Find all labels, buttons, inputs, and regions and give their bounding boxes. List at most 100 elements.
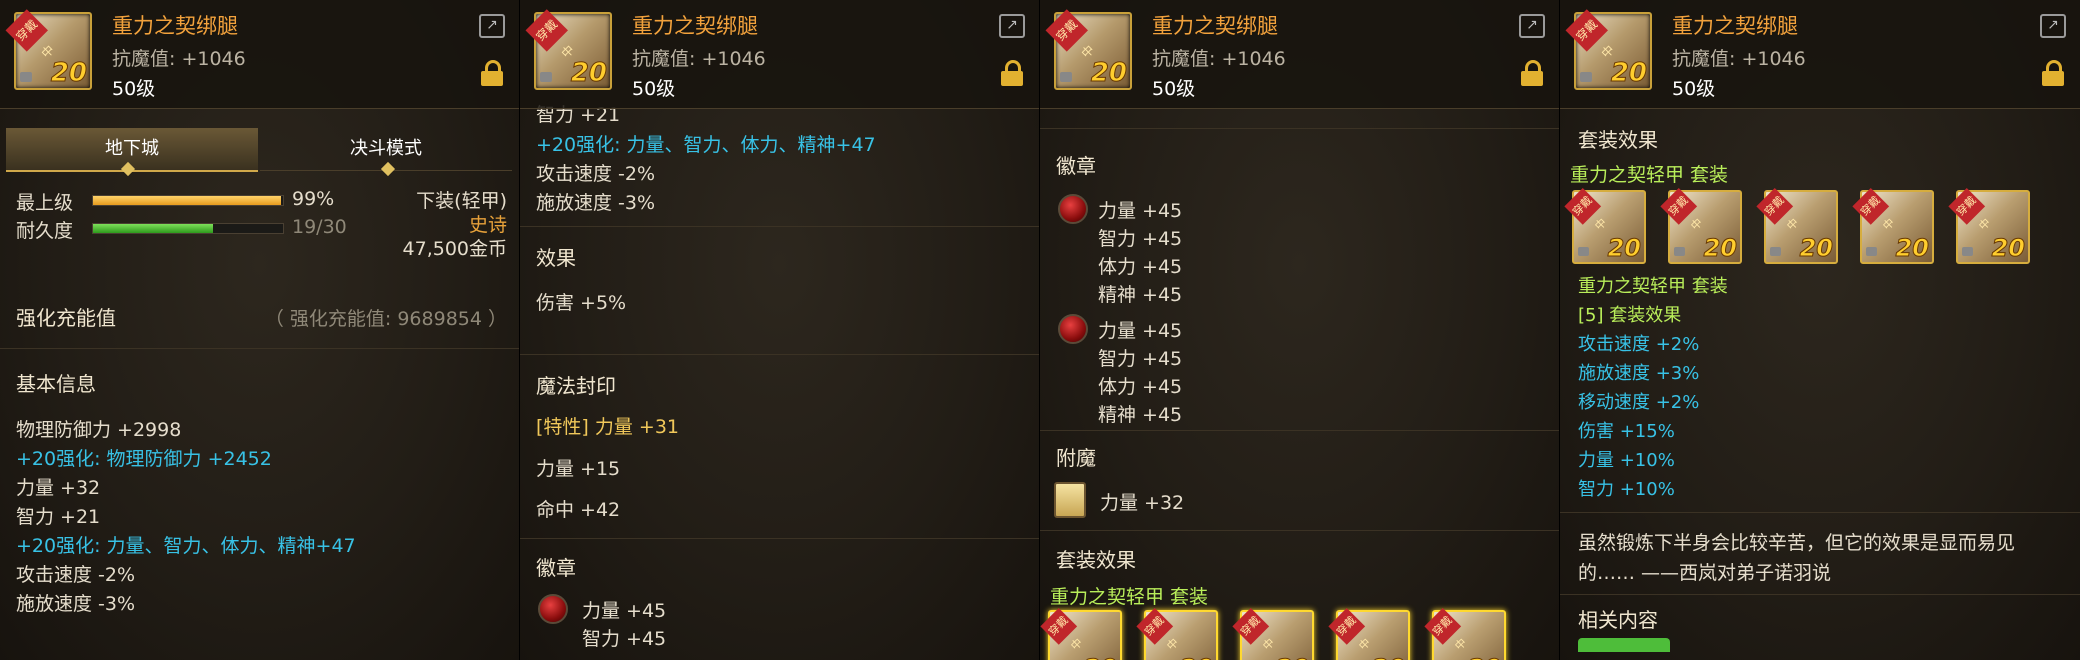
top-grade-fill bbox=[93, 196, 282, 205]
red-emblem-icon bbox=[1058, 314, 1088, 344]
item-level: 50级 bbox=[1152, 78, 1196, 100]
lock-icon[interactable] bbox=[1001, 60, 1023, 86]
item-icon: 穿戴中 20 bbox=[525, 9, 612, 90]
emblem-line: 力量 +45 bbox=[1098, 320, 1183, 342]
set-bonus-line: 伤害 +15% bbox=[1578, 421, 1675, 442]
lock-icon[interactable] bbox=[2042, 60, 2064, 86]
stat-line: 力量 +32 bbox=[16, 477, 101, 499]
effect-title: 效果 bbox=[536, 246, 576, 270]
stat-line: +20强化: 力量、智力、体力、精神+47 bbox=[536, 134, 876, 156]
item-resist: 抗魔值: +1046 bbox=[1672, 48, 1806, 70]
emblem-line: 力量 +45 bbox=[582, 600, 667, 622]
share-icon[interactable]: ↗ bbox=[479, 14, 505, 38]
item-header: 穿戴中 20 重力之契绑腿 抗魔值: +1046 50级 ↗ bbox=[520, 0, 1039, 109]
item-icon: 穿戴中 20 bbox=[1565, 9, 1652, 90]
set-item-icon[interactable]: 穿戴中20 bbox=[1328, 608, 1410, 660]
set-name-2: 重力之契轻甲 套装 bbox=[1578, 276, 1728, 297]
stat-line: 施放速度 -3% bbox=[536, 192, 656, 214]
set-title: 套装效果 bbox=[1578, 128, 1658, 152]
emblem-line: 智力 +45 bbox=[1098, 228, 1183, 250]
emblem-title: 徽章 bbox=[1056, 154, 1096, 178]
price: 47,500金币 bbox=[402, 238, 507, 260]
lock-small-icon bbox=[1866, 247, 1877, 256]
share-icon[interactable]: ↗ bbox=[2040, 14, 2066, 38]
set-count: [5] 套装效果 bbox=[1578, 305, 1682, 326]
top-grade-label: 最上级 bbox=[16, 192, 74, 214]
set-item-icon[interactable]: 穿戴中20 bbox=[1424, 608, 1506, 660]
tooltip-panel-4: 穿戴中 20 重力之契绑腿 抗魔值: +1046 50级 ↗ 套装效果 重力之契轻… bbox=[1560, 0, 2080, 660]
stat-line: +20强化: 力量、智力、体力、精神+47 bbox=[16, 535, 356, 557]
emblem-title: 徽章 bbox=[536, 556, 576, 580]
seal-line: [特性] 力量 +31 bbox=[536, 416, 680, 438]
item-name: 重力之契绑腿 bbox=[1672, 14, 1798, 38]
lock-icon[interactable] bbox=[481, 60, 503, 86]
charge-label: 强化充能值 bbox=[16, 306, 116, 330]
set-item-icon[interactable]: 穿戴中20 bbox=[1564, 188, 1646, 264]
lock-small-icon bbox=[1962, 247, 1973, 256]
set-item-icon[interactable]: 穿戴中20 bbox=[1136, 608, 1218, 660]
set-bonus-line: 移动速度 +2% bbox=[1578, 392, 1700, 413]
stat-line: 攻击速度 -2% bbox=[536, 163, 656, 185]
tooltip-panel-2: 智力 +21 穿戴中 20 重力之契绑腿 抗魔值: +1046 50级 ↗ +20… bbox=[520, 0, 1040, 660]
lock-small-icon bbox=[20, 72, 32, 82]
tooltip-panel-3: 穿戴中 20 重力之契绑腿 抗魔值: +1046 50级 ↗ 徽章 力量 +45 … bbox=[1040, 0, 1560, 660]
item-level: 50级 bbox=[112, 78, 156, 100]
set-bonus-line: 智力 +10% bbox=[1578, 479, 1675, 500]
seal-line: 力量 +15 bbox=[536, 458, 621, 480]
lock-small-icon bbox=[540, 72, 552, 82]
seal-title: 魔法封印 bbox=[536, 374, 616, 398]
top-grade-bar bbox=[92, 195, 284, 206]
enchant-title: 附魔 bbox=[1056, 446, 1096, 470]
item-header: 穿戴中 20 重力之契绑腿 抗魔值: +1046 50级 ↗ bbox=[0, 0, 519, 109]
set-item-icon[interactable]: 穿戴中20 bbox=[1040, 608, 1122, 660]
share-icon[interactable]: ↗ bbox=[1519, 14, 1545, 38]
item-header: 穿戴中 20 重力之契绑腿 抗魔值: +1046 50级 ↗ bbox=[1560, 0, 2080, 109]
tooltip-panel-1: 穿戴中 20 重力之契绑腿 抗魔值: +1046 50级 ↗ 地下城 决斗模式 最… bbox=[0, 0, 520, 660]
lock-small-icon bbox=[1580, 72, 1592, 82]
emblem-line: 精神 +45 bbox=[1098, 404, 1183, 426]
stat-line: 攻击速度 -2% bbox=[16, 564, 136, 586]
item-resist: 抗魔值: +1046 bbox=[1152, 48, 1286, 70]
enchant-line: 力量 +32 bbox=[1100, 492, 1185, 514]
lock-icon[interactable] bbox=[1521, 60, 1543, 86]
emblem-line: 体力 +45 bbox=[1098, 256, 1183, 278]
flavor-text: 的…… ——西岚对弟子诺羽说 bbox=[1578, 562, 1832, 584]
set-bonus-line: 力量 +10% bbox=[1578, 450, 1675, 471]
seal-line: 命中 +42 bbox=[536, 499, 621, 521]
set-item-icon[interactable]: 穿戴中20 bbox=[1756, 188, 1838, 264]
set-name: 重力之契轻甲 套装 bbox=[1570, 164, 1729, 186]
emblem-line: 智力 +45 bbox=[1098, 348, 1183, 370]
related-title: 相关内容 bbox=[1578, 608, 1658, 632]
lock-small-icon bbox=[1770, 247, 1781, 256]
stat-line: +20强化: 物理防御力 +2452 bbox=[16, 448, 272, 470]
item-resist: 抗魔值: +1046 bbox=[632, 48, 766, 70]
set-item-icon[interactable]: 穿戴中20 bbox=[1232, 608, 1314, 660]
top-grade-value: 99% bbox=[292, 188, 335, 210]
emblem-line: 体力 +45 bbox=[1098, 376, 1183, 398]
set-bonus-line: 施放速度 +3% bbox=[1578, 363, 1700, 384]
item-level: 50级 bbox=[1672, 78, 1716, 100]
lock-small-icon bbox=[1674, 247, 1685, 256]
related-button[interactable] bbox=[1578, 638, 1670, 652]
set-item-icon[interactable]: 穿戴中20 bbox=[1660, 188, 1742, 264]
set-bonus-line: 攻击速度 +2% bbox=[1578, 334, 1700, 355]
item-header: 穿戴中 20 重力之契绑腿 抗魔值: +1046 50级 ↗ bbox=[1040, 0, 1559, 109]
durability-fill bbox=[93, 224, 214, 233]
set-name: 重力之契轻甲 套装 bbox=[1050, 586, 1209, 608]
effect-line: 伤害 +5% bbox=[536, 292, 627, 314]
item-name: 重力之契绑腿 bbox=[632, 14, 758, 38]
rarity: 史诗 bbox=[468, 214, 507, 236]
set-item-icon[interactable]: 穿戴中20 bbox=[1948, 188, 2030, 264]
durability-label: 耐久度 bbox=[16, 220, 74, 242]
durability-value: 19/30 bbox=[292, 216, 347, 238]
charge-value: （ 强化充能值: 9689854 ） bbox=[264, 308, 507, 330]
set-item-icon[interactable]: 穿戴中20 bbox=[1852, 188, 1934, 264]
stat-line: 施放速度 -3% bbox=[16, 593, 136, 615]
basic-info-title: 基本信息 bbox=[16, 372, 96, 396]
item-icon: 穿戴中 20 bbox=[1045, 9, 1132, 90]
item-name: 重力之契绑腿 bbox=[112, 14, 238, 38]
lock-small-icon bbox=[1578, 247, 1589, 256]
share-icon[interactable]: ↗ bbox=[999, 14, 1025, 38]
item-icon: 穿戴中 20 bbox=[5, 9, 92, 90]
stat-line: 智力 +21 bbox=[16, 506, 101, 528]
